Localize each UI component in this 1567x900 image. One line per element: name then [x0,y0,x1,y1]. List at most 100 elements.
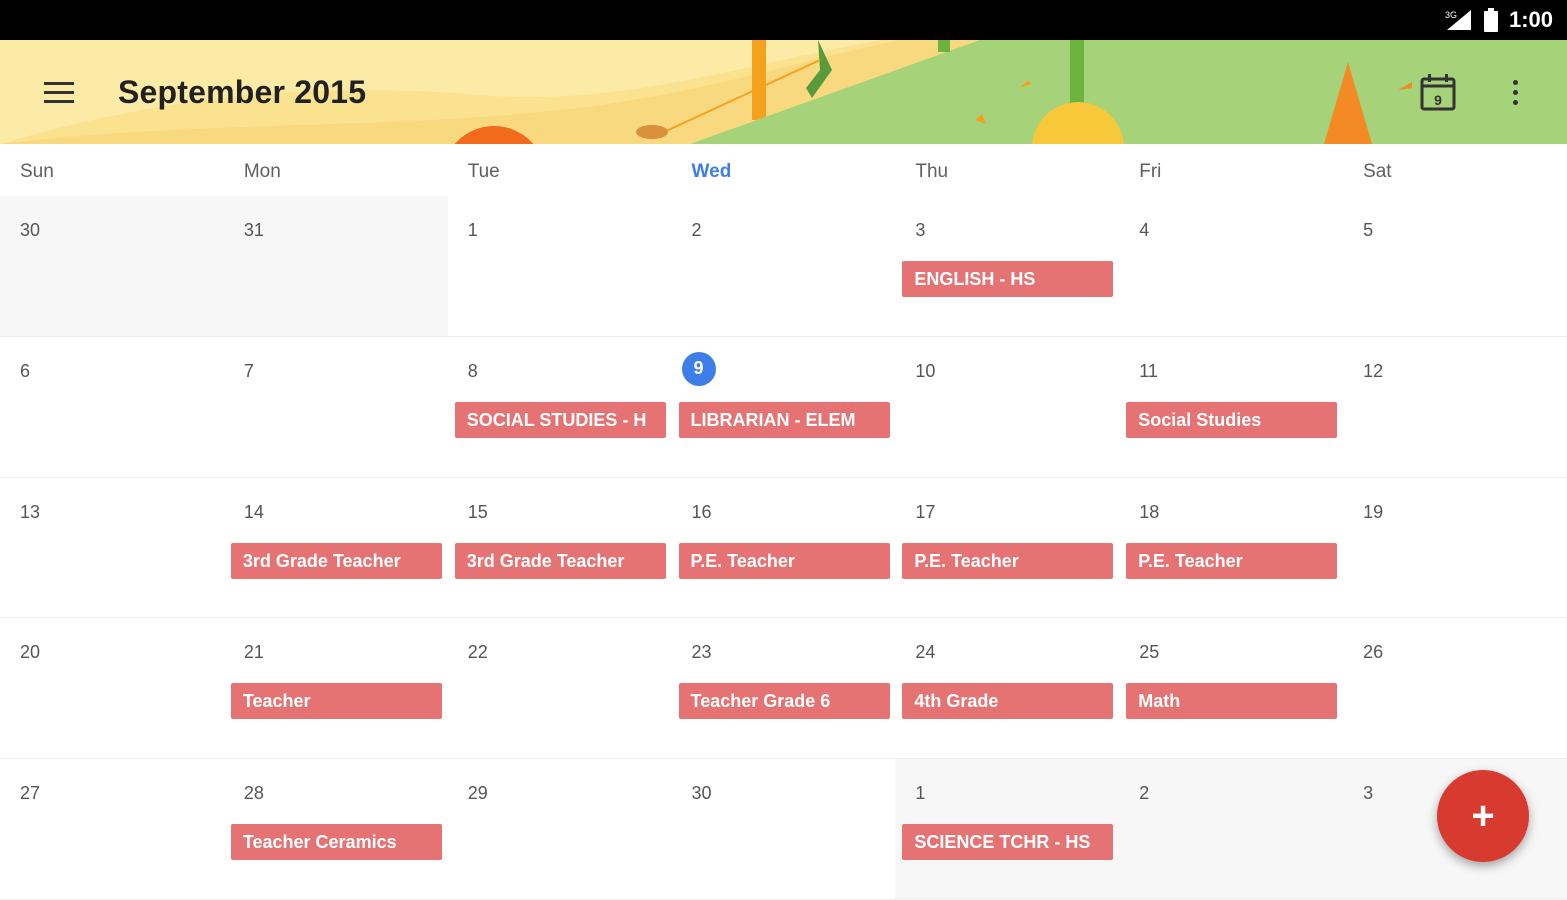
day-number: 8 [467,360,478,381]
day-cell[interactable]: 27 [0,759,224,899]
event-chip[interactable]: 3rd Grade Teacher [454,542,666,579]
event-chip[interactable]: Teacher Ceramics [230,824,442,861]
weekday-sun: Sun [20,161,54,182]
day-cell[interactable]: 6 [0,337,224,477]
event-chip[interactable]: LIBRARIAN - ELEM [678,401,890,438]
day-cell[interactable]: 11 Social Studies [1119,337,1343,477]
day-cell[interactable]: 16 P.E. Teacher [672,478,896,618]
weekday-header: Sun Mon Tue Wed Thu Fri Sat [0,144,1567,196]
day-number: 3 [1363,783,1374,804]
day-cell[interactable]: 18 P.E. Teacher [1119,478,1343,618]
day-number: 2 [691,220,702,240]
event-chip[interactable]: Teacher Grade 6 [678,683,890,720]
day-number: 7 [243,360,254,381]
day-cell[interactable]: 25 Math [1119,618,1343,758]
calendar-today-icon: 9 [1420,74,1456,111]
day-cell[interactable]: 8 SOCIAL STUDIES - H [448,337,672,477]
day-cell[interactable]: 3 ENGLISH - HS [895,196,1119,336]
weekday-sat: Sat [1363,161,1392,182]
day-cell[interactable]: 14 3rd Grade Teacher [224,478,448,618]
day-cell[interactable]: 26 [1343,618,1567,758]
weekday-fri: Fri [1139,161,1162,182]
day-cell[interactable]: 19 [1343,478,1567,618]
day-number: 10 [915,360,936,381]
event-chip[interactable]: 4th Grade [902,683,1114,720]
day-cell[interactable]: 28 Teacher Ceramics [224,759,448,899]
event-chip[interactable]: P.E. Teacher [678,542,890,579]
day-number: 20 [20,642,41,663]
event-chip[interactable]: SCIENCE TCHR - HS [902,824,1114,861]
overflow-menu-button[interactable] [1500,72,1530,112]
day-cell[interactable]: 10 [895,337,1119,477]
day-number: 1 [467,220,478,240]
day-cell[interactable]: 20 [0,618,224,758]
event-chip[interactable]: P.E. Teacher [902,542,1114,579]
day-number: 5 [1363,220,1374,240]
event-chip[interactable]: 3rd Grade Teacher [230,542,442,579]
menu-icon [44,81,74,85]
event-chip[interactable]: Social Studies [1126,401,1338,438]
day-number: 6 [20,360,31,381]
day-number: 24 [915,642,936,663]
weekday-tue: Tue [467,161,500,182]
day-cell[interactable]: 4 [1119,196,1343,336]
today-icon-day: 9 [1434,92,1442,108]
day-cell[interactable]: 30 [0,196,224,336]
today-button[interactable]: 9 [1416,70,1460,114]
day-number: 29 [467,783,488,804]
day-number: 3 [915,220,926,240]
day-number: 31 [243,220,264,240]
day-cell[interactable]: 2 [672,196,896,336]
day-cell[interactable]: 23 Teacher Grade 6 [672,618,896,758]
event-chip[interactable]: P.E. Teacher [1126,542,1338,579]
day-number: 14 [243,501,264,522]
day-number: 16 [691,501,712,522]
day-cell[interactable]: 9 LIBRARIAN - ELEM [672,337,896,477]
day-cell[interactable]: 1 SCIENCE TCHR - HS [895,759,1120,899]
event-chip[interactable]: ENGLISH - HS [902,261,1114,297]
status-bar: 3G 1:00 [0,0,1567,40]
day-cell[interactable]: 22 [448,618,672,758]
event-chip[interactable]: SOCIAL STUDIES - H [454,401,666,438]
day-cell[interactable]: 2 [1119,759,1344,899]
svg-text:3G: 3G [1445,10,1457,20]
add-event-button[interactable]: + [1437,770,1529,862]
day-cell[interactable]: 13 [0,478,224,618]
day-number: 28 [243,783,264,804]
week-row: 30 31 1 2 3 ENGLISH - HS 4 5 [0,196,1567,337]
day-number: 15 [467,501,488,522]
month-grid: 30 31 1 2 3 ENGLISH - HS 4 5 6 7 8 SOCIAL STUDIES -… [0,196,1567,900]
day-cell[interactable]: 24 4th Grade [895,618,1119,758]
day-number: 17 [915,501,936,522]
day-number: 30 [20,220,41,240]
day-cell[interactable]: 21 Teacher [224,618,448,758]
day-number: 11 [1139,360,1158,381]
day-number: 30 [691,783,712,804]
day-number: 12 [1363,360,1384,381]
day-cell[interactable]: 12 [1343,337,1567,477]
day-cell[interactable]: 31 [223,196,448,336]
week-row: 27 28 Teacher Ceramics 29 30 1 SCIENCE TCHR - … [0,759,1567,900]
day-number: 2 [1139,783,1150,804]
add-icon: + [1471,794,1495,838]
event-chip[interactable]: Teacher [230,683,442,720]
week-row: 13 14 3rd Grade Teacher 15 3rd Grade Teacher… [0,478,1567,619]
day-number: 13 [20,501,41,522]
day-number: 27 [20,783,41,804]
day-number: 19 [1363,501,1384,522]
event-chip[interactable]: Math [1126,683,1338,720]
day-cell[interactable]: 17 P.E. Teacher [895,478,1119,618]
day-cell[interactable]: 5 [1343,196,1567,336]
day-number: 22 [467,642,488,663]
day-cell[interactable]: 1 [448,196,672,336]
day-number: 21 [243,642,264,663]
menu-button[interactable] [34,70,84,114]
signal-icon: 3G [1445,10,1471,30]
week-row: 6 7 8 SOCIAL STUDIES - H 9 LIBRARIAN - ELEM 10… [0,337,1567,478]
day-cell[interactable]: 7 [224,337,448,477]
day-cell[interactable]: 29 [448,759,672,899]
week-row: 20 21 Teacher 22 23 Teacher Grade 6 24 4th Grad… [0,618,1567,760]
status-time: 1:00 [1508,7,1553,32]
day-cell[interactable]: 30 [672,759,896,899]
day-cell[interactable]: 15 3rd Grade Teacher [448,478,672,618]
